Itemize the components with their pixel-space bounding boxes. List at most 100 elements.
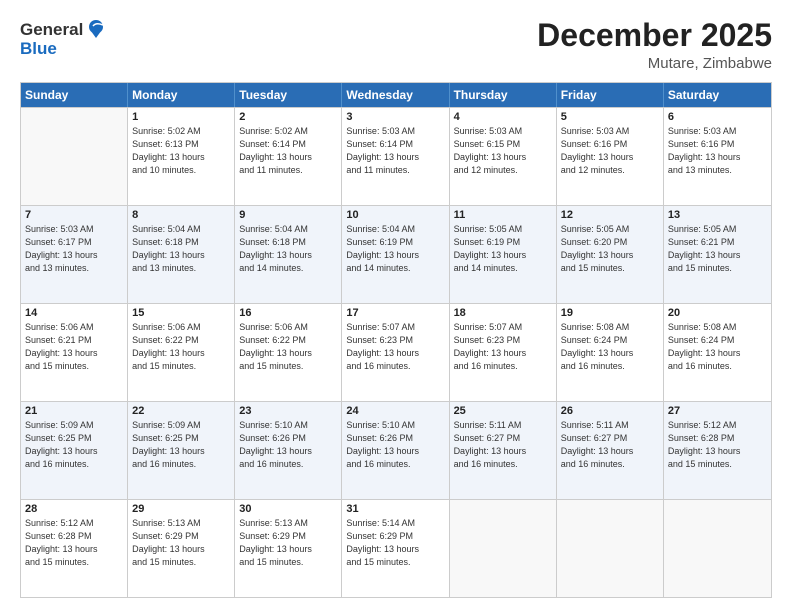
- cell-line: Sunrise: 5:05 AM: [668, 223, 767, 236]
- calendar-cell: [664, 500, 771, 597]
- cell-line: Daylight: 13 hours: [239, 347, 337, 360]
- calendar-cell: 10Sunrise: 5:04 AMSunset: 6:19 PMDayligh…: [342, 206, 449, 303]
- cell-line: Sunset: 6:29 PM: [239, 530, 337, 543]
- cell-line: Daylight: 13 hours: [454, 347, 552, 360]
- day-number: 29: [132, 503, 230, 515]
- cell-line: Sunset: 6:24 PM: [668, 334, 767, 347]
- cell-line: and 16 minutes.: [239, 458, 337, 471]
- cell-line: Sunrise: 5:12 AM: [668, 419, 767, 432]
- cell-line: Sunrise: 5:06 AM: [25, 321, 123, 334]
- cell-line: Daylight: 13 hours: [25, 445, 123, 458]
- calendar-row-2: 7Sunrise: 5:03 AMSunset: 6:17 PMDaylight…: [21, 205, 771, 303]
- cell-line: Daylight: 13 hours: [132, 249, 230, 262]
- header-day-monday: Monday: [128, 83, 235, 107]
- calendar-cell: 11Sunrise: 5:05 AMSunset: 6:19 PMDayligh…: [450, 206, 557, 303]
- cell-line: Sunset: 6:27 PM: [454, 432, 552, 445]
- calendar-cell: 8Sunrise: 5:04 AMSunset: 6:18 PMDaylight…: [128, 206, 235, 303]
- cell-line: and 12 minutes.: [454, 164, 552, 177]
- calendar-cell: [450, 500, 557, 597]
- day-number: 3: [346, 111, 444, 123]
- day-number: 18: [454, 307, 552, 319]
- cell-line: Sunset: 6:25 PM: [25, 432, 123, 445]
- cell-line: Daylight: 13 hours: [132, 445, 230, 458]
- cell-line: Sunrise: 5:03 AM: [561, 125, 659, 138]
- cell-line: and 14 minutes.: [346, 262, 444, 275]
- cell-line: Sunrise: 5:02 AM: [239, 125, 337, 138]
- cell-line: and 16 minutes.: [454, 360, 552, 373]
- cell-line: Sunrise: 5:07 AM: [454, 321, 552, 334]
- calendar-cell: 7Sunrise: 5:03 AMSunset: 6:17 PMDaylight…: [21, 206, 128, 303]
- calendar-cell: 4Sunrise: 5:03 AMSunset: 6:15 PMDaylight…: [450, 108, 557, 205]
- cell-line: Sunset: 6:23 PM: [454, 334, 552, 347]
- calendar-cell: 9Sunrise: 5:04 AMSunset: 6:18 PMDaylight…: [235, 206, 342, 303]
- header-day-thursday: Thursday: [450, 83, 557, 107]
- cell-line: Sunset: 6:16 PM: [561, 138, 659, 151]
- calendar-cell: 25Sunrise: 5:11 AMSunset: 6:27 PMDayligh…: [450, 402, 557, 499]
- calendar-row-4: 21Sunrise: 5:09 AMSunset: 6:25 PMDayligh…: [21, 401, 771, 499]
- cell-line: Sunset: 6:29 PM: [132, 530, 230, 543]
- day-number: 12: [561, 209, 659, 221]
- calendar-cell: [557, 500, 664, 597]
- cell-line: Sunrise: 5:07 AM: [346, 321, 444, 334]
- cell-line: Daylight: 13 hours: [346, 445, 444, 458]
- cell-line: and 11 minutes.: [346, 164, 444, 177]
- cell-line: Sunset: 6:18 PM: [239, 236, 337, 249]
- cell-line: and 13 minutes.: [668, 164, 767, 177]
- calendar-cell: 31Sunrise: 5:14 AMSunset: 6:29 PMDayligh…: [342, 500, 449, 597]
- calendar-cell: 2Sunrise: 5:02 AMSunset: 6:14 PMDaylight…: [235, 108, 342, 205]
- cell-line: and 15 minutes.: [239, 360, 337, 373]
- logo-icon: [85, 18, 107, 40]
- calendar-cell: 12Sunrise: 5:05 AMSunset: 6:20 PMDayligh…: [557, 206, 664, 303]
- cell-line: Daylight: 13 hours: [668, 151, 767, 164]
- cell-line: Daylight: 13 hours: [25, 543, 123, 556]
- cell-line: Daylight: 13 hours: [561, 347, 659, 360]
- day-number: 23: [239, 405, 337, 417]
- header-day-wednesday: Wednesday: [342, 83, 449, 107]
- cell-line: Sunrise: 5:03 AM: [454, 125, 552, 138]
- cell-line: and 16 minutes.: [25, 458, 123, 471]
- calendar-row-5: 28Sunrise: 5:12 AMSunset: 6:28 PMDayligh…: [21, 499, 771, 597]
- day-number: 4: [454, 111, 552, 123]
- cell-line: Sunrise: 5:05 AM: [454, 223, 552, 236]
- calendar-cell: 22Sunrise: 5:09 AMSunset: 6:25 PMDayligh…: [128, 402, 235, 499]
- header-day-friday: Friday: [557, 83, 664, 107]
- cell-line: Daylight: 13 hours: [668, 445, 767, 458]
- header-day-saturday: Saturday: [664, 83, 771, 107]
- cell-line: Sunrise: 5:09 AM: [25, 419, 123, 432]
- day-number: 21: [25, 405, 123, 417]
- calendar-cell: 15Sunrise: 5:06 AMSunset: 6:22 PMDayligh…: [128, 304, 235, 401]
- calendar-header: SundayMondayTuesdayWednesdayThursdayFrid…: [21, 83, 771, 107]
- cell-line: Sunrise: 5:06 AM: [239, 321, 337, 334]
- cell-line: and 12 minutes.: [561, 164, 659, 177]
- cell-line: and 13 minutes.: [25, 262, 123, 275]
- header: General Blue December 2025 Mutare, Zimba…: [20, 18, 772, 72]
- cell-line: Sunset: 6:28 PM: [25, 530, 123, 543]
- day-number: 19: [561, 307, 659, 319]
- cell-line: Sunrise: 5:10 AM: [239, 419, 337, 432]
- cell-line: Sunrise: 5:11 AM: [454, 419, 552, 432]
- day-number: 13: [668, 209, 767, 221]
- cell-line: and 16 minutes.: [346, 458, 444, 471]
- calendar-cell: 6Sunrise: 5:03 AMSunset: 6:16 PMDaylight…: [664, 108, 771, 205]
- cell-line: and 15 minutes.: [668, 262, 767, 275]
- cell-line: Sunrise: 5:09 AM: [132, 419, 230, 432]
- cell-line: Daylight: 13 hours: [561, 249, 659, 262]
- calendar-row-1: 1Sunrise: 5:02 AMSunset: 6:13 PMDaylight…: [21, 107, 771, 205]
- cell-line: Daylight: 13 hours: [346, 249, 444, 262]
- calendar-cell: 26Sunrise: 5:11 AMSunset: 6:27 PMDayligh…: [557, 402, 664, 499]
- cell-line: Sunrise: 5:04 AM: [239, 223, 337, 236]
- calendar-cell: 18 Sunrise: 5:07 AMSunset: 6:23 PMDayligh…: [450, 304, 557, 401]
- day-number: 22: [132, 405, 230, 417]
- cell-line: Daylight: 13 hours: [454, 445, 552, 458]
- cell-line: Sunset: 6:23 PM: [346, 334, 444, 347]
- calendar-row-3: 14Sunrise: 5:06 AMSunset: 6:21 PMDayligh…: [21, 303, 771, 401]
- calendar-cell: 27Sunrise: 5:12 AMSunset: 6:28 PMDayligh…: [664, 402, 771, 499]
- cell-line: Daylight: 13 hours: [239, 249, 337, 262]
- cell-line: Sunrise: 5:12 AM: [25, 517, 123, 530]
- day-number: 26: [561, 405, 659, 417]
- cell-line: and 15 minutes.: [132, 360, 230, 373]
- cell-line: Sunrise: 5:11 AM: [561, 419, 659, 432]
- logo-blue: Blue: [20, 40, 107, 57]
- cell-line: Sunset: 6:28 PM: [668, 432, 767, 445]
- cell-line: and 16 minutes.: [132, 458, 230, 471]
